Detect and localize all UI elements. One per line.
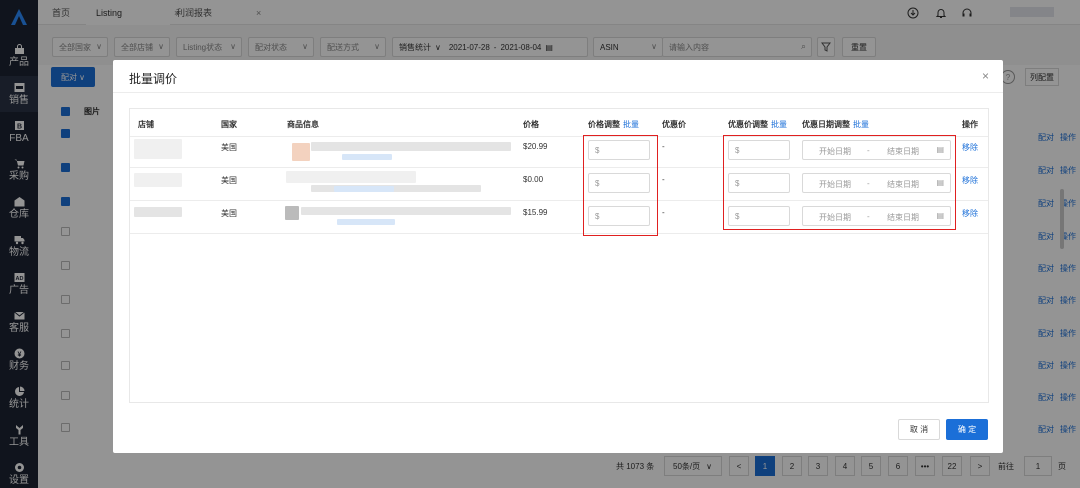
batch-discount-adjust-link[interactable]: 批量 (771, 120, 787, 129)
column-header-label: 优惠价调整 (728, 120, 768, 129)
column-header-shop: 店铺 (138, 120, 154, 129)
column-header-label: 价格调整 (588, 120, 620, 129)
column-header-product-info: 商品信息 (287, 120, 319, 129)
column-header-discount-price: 优惠价 (662, 120, 686, 129)
row-discount-price: - (662, 208, 665, 217)
row-price: $20.99 (523, 142, 548, 151)
row-price: $0.00 (523, 175, 544, 184)
product-thumbnail (285, 206, 299, 220)
shop-name-redacted (134, 173, 182, 187)
column-header-price: 价格 (523, 120, 539, 129)
batch-discount-date-link[interactable]: 批量 (853, 120, 869, 129)
product-asin-redacted (342, 154, 392, 160)
product-asin-redacted (334, 186, 394, 192)
product-title-redacted (301, 207, 511, 215)
product-title-redacted (311, 142, 511, 151)
modal-title: 批量调价 (129, 72, 178, 86)
shop-name-redacted (134, 207, 182, 217)
remove-row-link[interactable]: 移除 (962, 142, 978, 153)
remove-row-link[interactable]: 移除 (962, 208, 978, 219)
close-icon[interactable]: × (982, 69, 989, 83)
row-country: 美国 (221, 209, 237, 218)
divider (130, 233, 988, 234)
divider (113, 92, 1003, 93)
remove-row-link[interactable]: 移除 (962, 175, 978, 186)
column-header-price-adjust: 价格调整 批量 (588, 119, 639, 130)
batch-price-adjust-link[interactable]: 批量 (623, 120, 639, 129)
confirm-button[interactable]: 确 定 (946, 419, 988, 440)
row-price: $15.99 (523, 208, 548, 217)
column-header-country: 国家 (221, 120, 237, 129)
column-header-discount-adjust: 优惠价调整 批量 (728, 119, 787, 130)
shop-name-redacted (134, 139, 182, 159)
product-title-redacted (286, 171, 416, 183)
column-header-label: 优惠日期调整 (802, 120, 850, 129)
batch-price-table: 店铺 国家 商品信息 价格 价格调整 批量 优惠价 优惠价调整 批量 优惠日期调整批… (129, 108, 989, 403)
column-header-discount-date: 优惠日期调整 批量 (802, 119, 869, 130)
row-discount-price: - (662, 175, 665, 184)
row-country: 美国 (221, 176, 237, 185)
price-adjust-highlight (583, 135, 658, 236)
product-thumbnail (292, 143, 310, 161)
row-discount-price: - (662, 142, 665, 151)
product-asin-redacted (337, 219, 395, 225)
row-country: 美国 (221, 143, 237, 152)
discount-adjust-highlight (723, 135, 956, 230)
batch-price-modal: 批量调价 × 店铺 国家 商品信息 价格 价格调整 批量 优惠价 优惠价调整 批量 … (113, 60, 1003, 453)
cancel-button[interactable]: 取 消 (898, 419, 940, 440)
column-header-action: 操作 (962, 120, 978, 129)
